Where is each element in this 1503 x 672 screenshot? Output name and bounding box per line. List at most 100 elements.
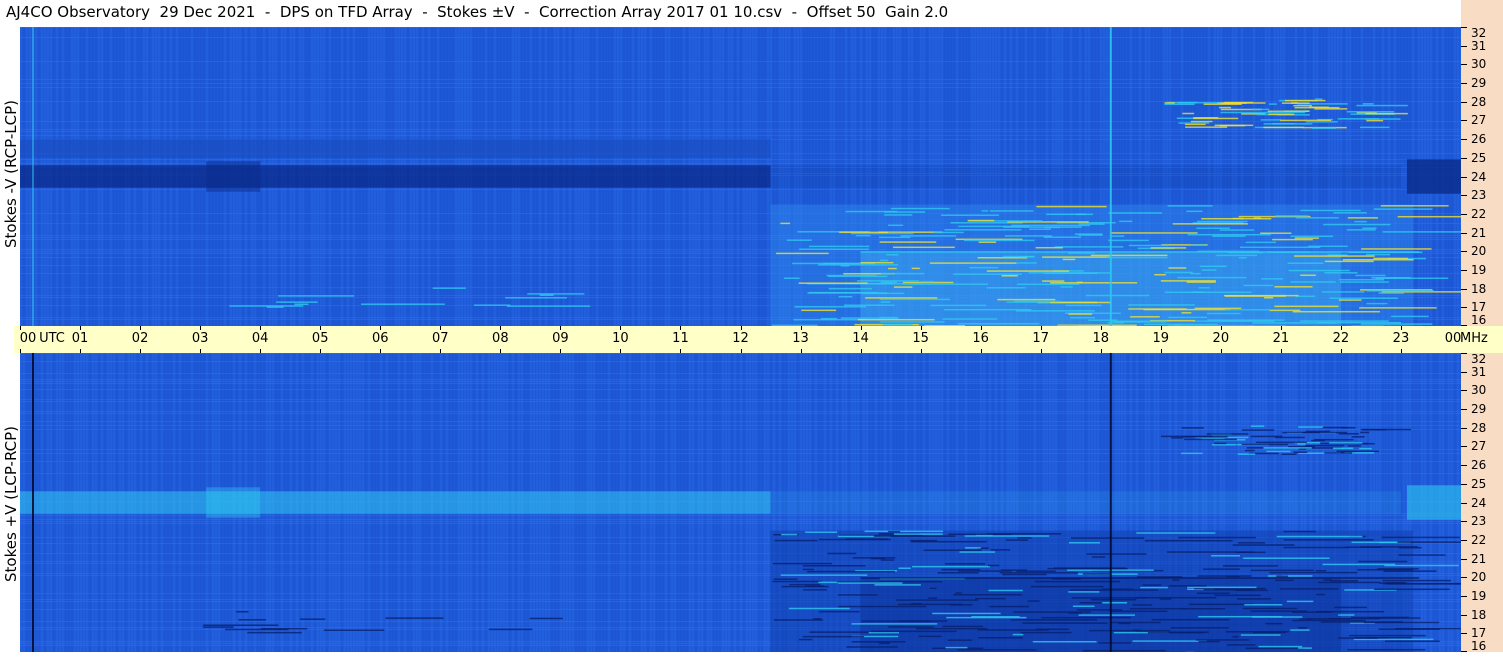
emission-streak bbox=[1224, 309, 1270, 311]
emission-streak bbox=[1022, 622, 1108, 624]
time-tick-label: 08 bbox=[492, 331, 509, 346]
emission-streak bbox=[1242, 607, 1298, 610]
emission-streak bbox=[932, 612, 1001, 615]
emission-streak bbox=[1294, 237, 1319, 239]
emission-streak bbox=[837, 594, 878, 596]
emission-streak bbox=[1178, 536, 1256, 539]
emission-streak bbox=[539, 294, 554, 296]
emission-streak bbox=[879, 241, 937, 243]
frequency-tick-mark bbox=[1461, 176, 1467, 178]
heatmap-row bbox=[20, 383, 1461, 384]
emission-streak bbox=[1027, 600, 1040, 602]
emission-streak bbox=[1190, 120, 1213, 123]
emission-streak bbox=[1184, 438, 1237, 441]
time-tick-mark bbox=[920, 326, 922, 330]
emission-streak bbox=[1283, 530, 1316, 533]
emission-streak bbox=[1154, 273, 1166, 276]
emission-streak bbox=[1150, 247, 1187, 249]
emission-streak bbox=[238, 619, 267, 621]
band-24mhz-faint bbox=[770, 165, 1401, 188]
emission-streak bbox=[780, 222, 791, 225]
frequency-tick-label: 20 bbox=[1471, 244, 1487, 259]
emission-streak bbox=[1337, 118, 1379, 120]
time-tick-mark bbox=[860, 326, 862, 330]
emission-streak bbox=[878, 231, 943, 233]
emission-streak bbox=[929, 262, 1017, 264]
band-24mhz-hotspot bbox=[1406, 485, 1461, 520]
heatmap-row bbox=[20, 379, 1461, 380]
emission-streak bbox=[1030, 585, 1104, 588]
emission-streak bbox=[1355, 274, 1386, 277]
emission-streak bbox=[1043, 272, 1098, 275]
emission-streak bbox=[1264, 296, 1274, 299]
emission-streak bbox=[944, 308, 1032, 311]
emission-streak bbox=[1089, 629, 1171, 632]
emission-streak bbox=[1306, 121, 1338, 123]
emission-streak bbox=[385, 617, 444, 619]
emission-streak bbox=[1398, 554, 1446, 556]
band-25mhz bbox=[20, 139, 771, 158]
emission-streak bbox=[857, 318, 935, 321]
frequency-tick-label: 23 bbox=[1471, 188, 1487, 203]
time-tick-mark bbox=[620, 326, 622, 330]
time-tick-mark bbox=[320, 326, 322, 330]
emission-streak bbox=[1308, 245, 1348, 248]
emission-streak bbox=[527, 293, 585, 295]
emission-streak bbox=[799, 638, 813, 641]
emission-streak bbox=[1238, 257, 1247, 259]
emission-streak bbox=[801, 309, 837, 312]
heatmap-row bbox=[20, 425, 1461, 426]
emission-streak bbox=[929, 587, 937, 590]
frequency-tick-mark bbox=[1461, 521, 1467, 523]
emission-streak bbox=[1279, 588, 1339, 590]
heatmap-row bbox=[20, 449, 1461, 450]
emission-streak bbox=[1219, 124, 1246, 127]
band-24mhz bbox=[20, 165, 771, 188]
emission-streak bbox=[1349, 634, 1426, 637]
emission-streak bbox=[1029, 228, 1052, 230]
emission-streak bbox=[203, 624, 279, 626]
emission-streak bbox=[880, 321, 945, 323]
frequency-tick-label: 16 bbox=[1471, 313, 1487, 327]
emission-streak bbox=[1269, 571, 1358, 574]
emission-streak bbox=[990, 549, 1011, 551]
emission-streak bbox=[1164, 271, 1193, 274]
vertical-interference-line bbox=[32, 353, 34, 652]
emission-streak bbox=[1281, 453, 1297, 456]
emission-streak bbox=[1222, 565, 1278, 567]
emission-streak bbox=[1315, 98, 1323, 100]
frequency-tick-mark bbox=[1461, 232, 1467, 234]
emission-streak bbox=[1216, 254, 1258, 257]
emission-streak bbox=[1251, 108, 1270, 111]
emission-streak bbox=[837, 582, 903, 584]
emission-streak bbox=[294, 303, 309, 306]
time-tick-mark bbox=[980, 326, 982, 330]
emission-streak bbox=[1201, 269, 1217, 271]
emission-streak bbox=[1321, 426, 1347, 429]
emission-streak bbox=[805, 585, 825, 587]
emission-streak bbox=[276, 301, 318, 303]
emission-streak bbox=[1244, 449, 1255, 452]
emission-streak bbox=[799, 248, 869, 250]
emission-streak bbox=[1060, 286, 1073, 288]
frequency-tick-label: 26 bbox=[1471, 132, 1487, 147]
time-tick-label: 11 bbox=[672, 331, 689, 346]
emission-streak bbox=[236, 610, 249, 613]
emission-streak bbox=[1185, 126, 1228, 128]
emission-streak bbox=[300, 618, 326, 620]
emission-streak bbox=[845, 538, 889, 540]
frequency-tick-label: 21 bbox=[1471, 551, 1487, 566]
emission-streak bbox=[1256, 441, 1307, 444]
frequency-tick-label: 22 bbox=[1471, 532, 1487, 547]
emission-streak bbox=[1196, 592, 1230, 595]
emission-streak bbox=[1362, 103, 1374, 105]
emission-streak bbox=[1198, 640, 1220, 643]
emission-streak bbox=[1250, 425, 1265, 427]
emission-streak bbox=[828, 287, 872, 290]
heatmap-row bbox=[20, 523, 1461, 524]
emission-streak bbox=[1220, 111, 1272, 114]
time-tick-mark bbox=[500, 326, 502, 330]
emission-streak bbox=[1003, 226, 1082, 228]
frequency-tick-mark bbox=[1461, 558, 1467, 560]
frequency-tick-mark bbox=[1461, 427, 1467, 429]
